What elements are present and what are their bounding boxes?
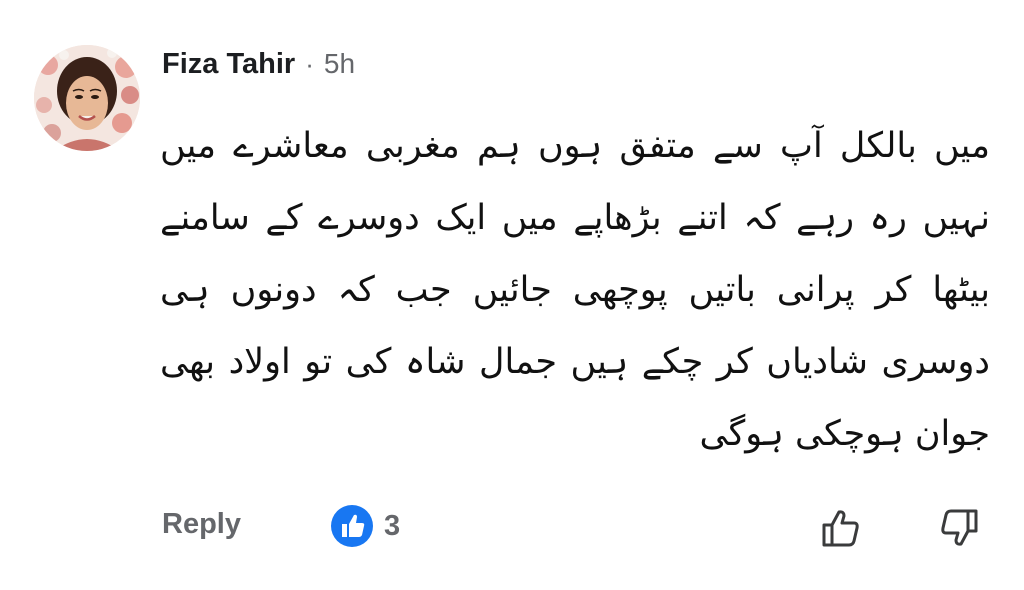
reply-button[interactable]: Reply: [162, 508, 241, 541]
thumbs-up-outline-icon: [822, 510, 859, 547]
comment-header: Fiza Tahir · 5h: [162, 48, 355, 88]
comment-text-line: میں بالکل آپ سے متفق ہوں ہم مغربی معاشرے…: [160, 126, 990, 166]
profile-photo-icon: [34, 45, 140, 151]
reaction-count: 3: [384, 509, 401, 542]
comment-text-line: نہیں رہ رہے کہ اتنے بڑھاپے میں ایک دوسرے…: [160, 198, 990, 238]
comment-text-line: بیٹھا کر پرانی باتیں پوچھی جائیں جب کہ د…: [160, 270, 990, 310]
comment-text: میں بالکل آپ سے متفق ہوں ہم مغربی معاشرے…: [160, 110, 990, 470]
thumbs-down-outline-icon: [941, 509, 978, 546]
comment-text-line: دوسری شادیاں کر چکے ہیں جمال شاہ کی تو ا…: [160, 342, 990, 382]
reaction-summary[interactable]: 3: [330, 504, 400, 548]
timestamp[interactable]: 5h: [324, 48, 355, 80]
author-name[interactable]: Fiza Tahir: [162, 48, 295, 81]
separator-dot: ·: [305, 49, 314, 79]
comment-card: Fiza Tahir · 5h میں بالکل آپ سے متفق ہوں…: [0, 0, 1024, 590]
like-icon: [331, 505, 373, 547]
downvote-button[interactable]: [936, 504, 984, 552]
comment-actions: Reply 3: [0, 500, 1024, 556]
avatar[interactable]: [34, 45, 140, 151]
upvote-button[interactable]: [816, 504, 864, 552]
comment-text-line: جوان ہوچکی ہوگی: [699, 414, 990, 454]
